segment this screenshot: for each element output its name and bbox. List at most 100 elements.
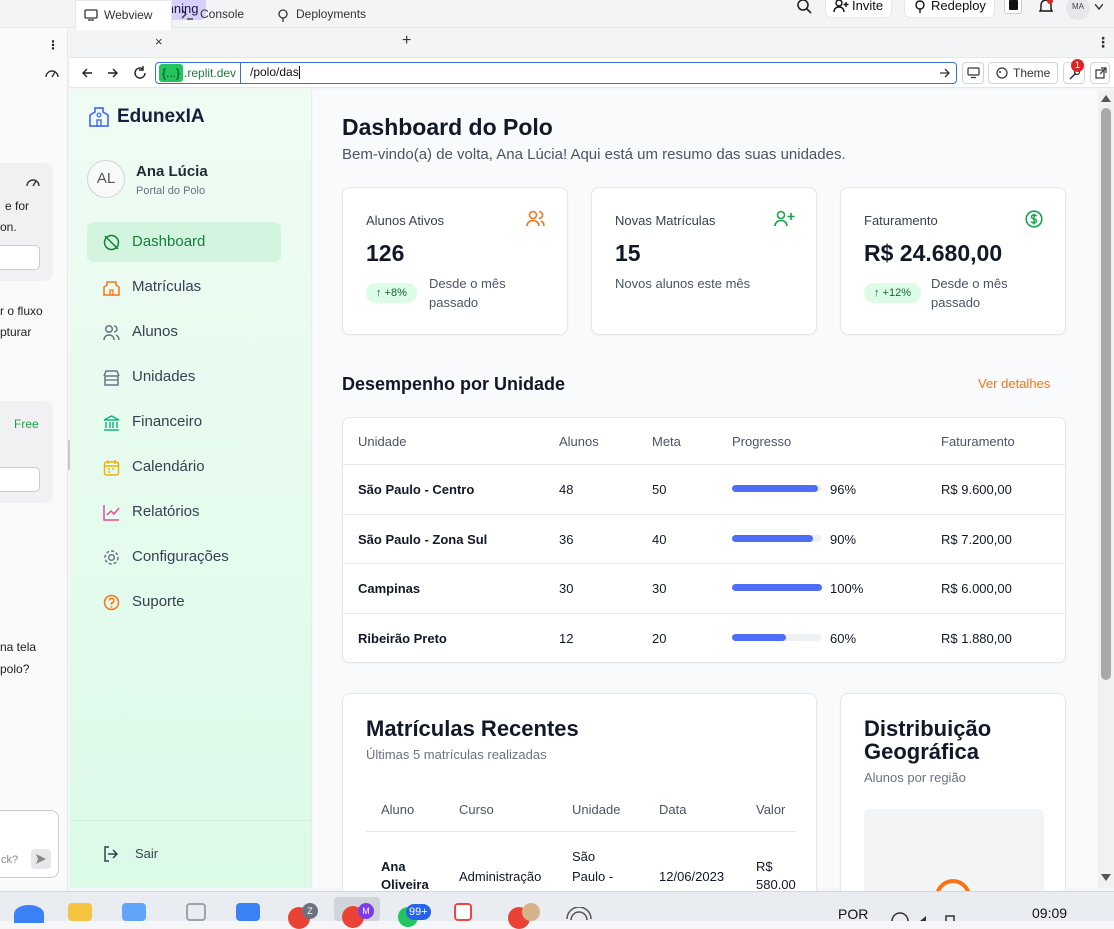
nav-item-suporte[interactable]: Suporte xyxy=(87,582,281,622)
users-icon xyxy=(526,210,545,227)
notification-badge: 1 xyxy=(1071,59,1084,72)
app-icon[interactable] xyxy=(14,905,44,923)
section-title: Desempenho por Unidade xyxy=(342,374,566,394)
column-header: Unidade xyxy=(572,802,621,817)
close-icon[interactable]: × xyxy=(155,34,163,49)
goal-count: 40 xyxy=(652,532,667,547)
chrome-profile-icon[interactable] xyxy=(508,903,546,929)
invite-button[interactable]: Invite xyxy=(825,0,893,18)
logout-button[interactable]: Sair xyxy=(103,846,158,862)
table-row[interactable]: Ana Oliveira Administração São Paulo - 1… xyxy=(366,834,796,894)
message-input[interactable] xyxy=(0,245,40,270)
chrome-icon[interactable]: Z xyxy=(288,903,322,929)
view-details-link[interactable]: Ver detalhes xyxy=(978,376,1050,391)
nav-item-calendario[interactable]: Calendário xyxy=(87,447,281,487)
clock[interactable]: 09:09 xyxy=(1032,905,1067,921)
tab-label: Deployments xyxy=(296,7,367,21)
terminal-icon xyxy=(181,9,193,20)
device-button[interactable] xyxy=(962,62,984,84)
send-button[interactable] xyxy=(31,849,51,869)
calendar-icon xyxy=(103,460,120,476)
geo-chart-area xyxy=(864,809,1044,923)
chevron-down-icon[interactable] xyxy=(1095,4,1103,10)
nav-item-financeiro[interactable]: Financeiro xyxy=(87,402,281,442)
folder-icon[interactable] xyxy=(68,903,92,921)
table-row[interactable]: Campinas 30 30 100% R$ 6.000,00 xyxy=(343,563,1065,613)
devtools-button[interactable]: 1 xyxy=(1063,59,1085,84)
palette-icon xyxy=(996,67,1008,79)
refresh-icon[interactable] xyxy=(133,66,147,80)
chat-input[interactable]: ck? xyxy=(0,810,59,878)
students-count: 30 xyxy=(559,581,574,596)
search-icon[interactable] xyxy=(797,0,813,14)
column-header: Faturamento xyxy=(941,434,1015,449)
table-row[interactable]: São Paulo - Centro 48 50 96% R$ 9.600,00 xyxy=(343,464,1065,514)
logout-label: Sair xyxy=(135,846,159,861)
domain-label: .replit.dev xyxy=(184,66,237,80)
table-row[interactable]: São Paulo - Zona Sul 36 40 90% R$ 7.200,… xyxy=(343,514,1065,563)
nav-label: Relatórios xyxy=(132,503,200,520)
tab-console[interactable]: Console xyxy=(172,0,269,30)
goal-count: 50 xyxy=(652,482,667,497)
stat-label: Alunos Ativos xyxy=(366,213,445,228)
page-subtitle: Bem-vindo(a) de volta, Ana Lúcia! Aqui e… xyxy=(342,146,846,163)
nav-item-relatorios[interactable]: Relatórios xyxy=(87,492,281,532)
revenue-value: R$ 9.600,00 xyxy=(941,482,1012,497)
deploy-icon xyxy=(278,9,288,22)
scroll-up-icon[interactable] xyxy=(1101,94,1111,102)
copy-button[interactable] xyxy=(1004,0,1022,14)
scroll-down-icon[interactable] xyxy=(1101,874,1111,882)
tray-icons[interactable] xyxy=(890,912,956,921)
back-icon[interactable] xyxy=(81,67,93,79)
chrome-active-icon[interactable]: M xyxy=(334,897,380,928)
card-subtitle: Últimas 5 matrículas realizadas xyxy=(366,747,547,762)
nav-item-alunos[interactable]: Alunos xyxy=(87,312,281,352)
theme-button[interactable]: Theme xyxy=(988,62,1058,84)
photos-icon[interactable] xyxy=(122,903,146,921)
add-user-icon xyxy=(833,0,849,13)
nav-item-configuracoes[interactable]: Configurações xyxy=(87,537,281,577)
app-icon[interactable] xyxy=(454,903,472,921)
url-path-input[interactable]: /polo/das xyxy=(240,62,940,84)
message-text: polo? xyxy=(0,662,30,676)
language-indicator[interactable]: POR xyxy=(838,906,868,922)
redeploy-label: Redeploy xyxy=(931,0,986,13)
tab-webview[interactable]: Webview xyxy=(75,0,172,30)
calendar-app-icon[interactable] xyxy=(236,903,260,921)
nav-item-dashboard[interactable]: Dashboard xyxy=(87,222,281,262)
students-count: 12 xyxy=(559,631,574,646)
new-tab-icon[interactable]: + xyxy=(402,32,411,50)
bell-icon[interactable] xyxy=(1038,0,1054,14)
table-row[interactable]: Ribeirão Preto 12 20 60% R$ 1.880,00 xyxy=(343,613,1065,662)
gauge-icon[interactable] xyxy=(45,68,59,78)
nav-item-matriculas[interactable]: Matrículas xyxy=(87,267,281,307)
domain-chip[interactable]: {...} .replit.dev xyxy=(159,64,240,82)
plan-input[interactable] xyxy=(0,467,40,492)
unit-name: Ribeirão Preto xyxy=(358,631,447,646)
redeploy-button[interactable]: Redeploy xyxy=(904,0,995,18)
brand-logo[interactable]: EdunexIA xyxy=(88,104,205,130)
theme-label: Theme xyxy=(1013,66,1051,80)
progress-fill xyxy=(732,485,819,492)
go-arrow-icon[interactable] xyxy=(939,67,951,79)
unread-badge: 99+ xyxy=(406,904,431,920)
scrollbar-thumb[interactable] xyxy=(1101,108,1111,680)
progress-label: 60% xyxy=(830,631,857,646)
tab-menu-icon[interactable]: ⋮ xyxy=(1096,34,1110,51)
network-icon[interactable] xyxy=(566,907,592,921)
whatsapp-icon[interactable]: 99+ xyxy=(398,903,438,927)
column-header: Alunos xyxy=(559,434,599,449)
stat-label: Novas Matrículas xyxy=(615,213,716,228)
chart-line-icon xyxy=(103,505,120,521)
forward-icon[interactable] xyxy=(107,67,119,79)
tab-label: Console xyxy=(200,7,245,21)
user-avatar[interactable]: AL xyxy=(87,160,125,198)
panel-menu-icon[interactable]: ⋮ xyxy=(47,38,59,52)
nav-item-unidades[interactable]: Unidades xyxy=(87,357,281,397)
tab-deployments[interactable]: Deployments xyxy=(268,0,390,30)
tool-icon[interactable] xyxy=(186,903,206,921)
stat-note: passado xyxy=(429,295,479,310)
school-icon xyxy=(89,107,109,127)
progress-fill xyxy=(732,584,822,591)
open-external-button[interactable] xyxy=(1090,62,1110,84)
